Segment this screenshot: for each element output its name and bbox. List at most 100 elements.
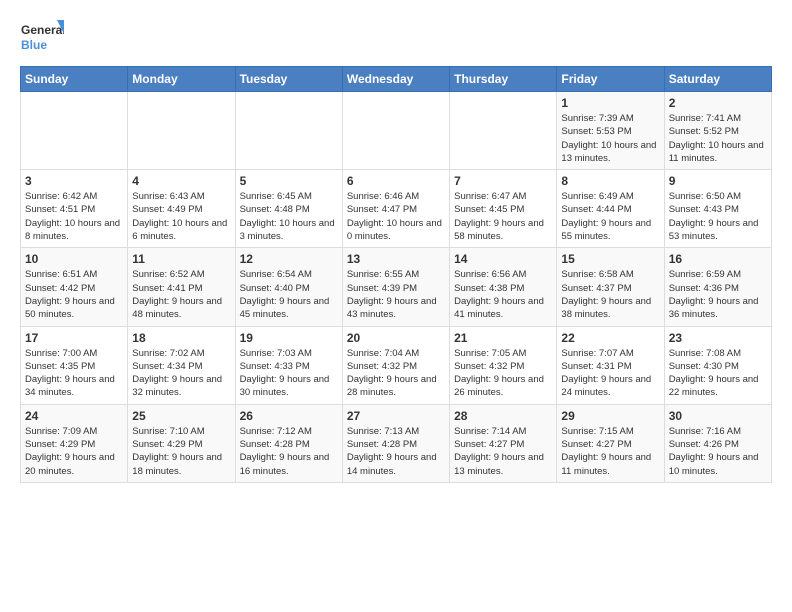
calendar-cell: 10 Sunrise: 6:51 AM Sunset: 4:42 PM Dayli…: [21, 248, 128, 326]
calendar-cell: 7Sunrise: 6:47 AM Sunset: 4:45 PM Daylig…: [450, 170, 557, 248]
day-info: Sunrise: 7:41 AM Sunset: 5:52 PM Dayligh…: [669, 112, 767, 165]
day-number: 11: [132, 252, 230, 266]
day-number: 26: [240, 409, 338, 423]
calendar-cell: 28 Sunrise: 7:14 AM Sunset: 4:27 PM Dayli…: [450, 404, 557, 482]
calendar-table: SundayMondayTuesdayWednesdayThursdayFrid…: [20, 66, 772, 483]
day-number: 3: [25, 174, 123, 188]
day-number: 1: [561, 96, 659, 110]
day-info: Sunrise: 6:50 AM Sunset: 4:43 PM Dayligh…: [669, 190, 767, 243]
calendar-cell: 24 Sunrise: 7:09 AM Sunset: 4:29 PM Dayli…: [21, 404, 128, 482]
weekday-header-row: SundayMondayTuesdayWednesdayThursdayFrid…: [21, 67, 772, 92]
day-number: 22: [561, 331, 659, 345]
day-number: 16: [669, 252, 767, 266]
day-number: 30: [669, 409, 767, 423]
day-info: Sunrise: 6:51 AM Sunset: 4:42 PM Dayligh…: [25, 268, 123, 321]
day-info: Sunrise: 7:10 AM Sunset: 4:29 PM Dayligh…: [132, 425, 230, 478]
day-info: Sunrise: 6:55 AM Sunset: 4:39 PM Dayligh…: [347, 268, 445, 321]
day-info: Sunrise: 7:00 AM Sunset: 4:35 PM Dayligh…: [25, 347, 123, 400]
weekday-header-thursday: Thursday: [450, 67, 557, 92]
calendar-cell: [128, 92, 235, 170]
day-number: 25: [132, 409, 230, 423]
day-info: Sunrise: 6:46 AM Sunset: 4:47 PM Dayligh…: [347, 190, 445, 243]
calendar-cell: 6 Sunrise: 6:46 AM Sunset: 4:47 PM Daylig…: [342, 170, 449, 248]
weekday-header-tuesday: Tuesday: [235, 67, 342, 92]
calendar-cell: 18 Sunrise: 7:02 AM Sunset: 4:34 PM Dayli…: [128, 326, 235, 404]
day-number: 15: [561, 252, 659, 266]
day-info: Sunrise: 7:02 AM Sunset: 4:34 PM Dayligh…: [132, 347, 230, 400]
svg-text:General: General: [21, 23, 64, 37]
svg-text:Blue: Blue: [21, 38, 47, 52]
day-info: Sunrise: 7:13 AM Sunset: 4:28 PM Dayligh…: [347, 425, 445, 478]
day-info: Sunrise: 7:14 AM Sunset: 4:27 PM Dayligh…: [454, 425, 552, 478]
weekday-header-friday: Friday: [557, 67, 664, 92]
calendar-cell: 15Sunrise: 6:58 AM Sunset: 4:37 PM Dayli…: [557, 248, 664, 326]
calendar-cell: 13 Sunrise: 6:55 AM Sunset: 4:39 PM Dayli…: [342, 248, 449, 326]
calendar-cell: 25 Sunrise: 7:10 AM Sunset: 4:29 PM Dayli…: [128, 404, 235, 482]
week-row-5: 24 Sunrise: 7:09 AM Sunset: 4:29 PM Dayli…: [21, 404, 772, 482]
calendar-cell: [450, 92, 557, 170]
week-row-3: 10 Sunrise: 6:51 AM Sunset: 4:42 PM Dayli…: [21, 248, 772, 326]
page-container: General Blue SundayMondayTuesdayWednesda…: [0, 0, 792, 493]
calendar-cell: 8Sunrise: 6:49 AM Sunset: 4:44 PM Daylig…: [557, 170, 664, 248]
day-info: Sunrise: 6:43 AM Sunset: 4:49 PM Dayligh…: [132, 190, 230, 243]
day-number: 20: [347, 331, 445, 345]
day-number: 10: [25, 252, 123, 266]
calendar-cell: [342, 92, 449, 170]
day-number: 9: [669, 174, 767, 188]
calendar-cell: 14 Sunrise: 6:56 AM Sunset: 4:38 PM Dayli…: [450, 248, 557, 326]
day-number: 14: [454, 252, 552, 266]
day-number: 24: [25, 409, 123, 423]
day-number: 29: [561, 409, 659, 423]
day-info: Sunrise: 7:12 AM Sunset: 4:28 PM Dayligh…: [240, 425, 338, 478]
day-info: Sunrise: 7:16 AM Sunset: 4:26 PM Dayligh…: [669, 425, 767, 478]
day-number: 4: [132, 174, 230, 188]
calendar-cell: 23 Sunrise: 7:08 AM Sunset: 4:30 PM Dayli…: [664, 326, 771, 404]
day-info: Sunrise: 6:56 AM Sunset: 4:38 PM Dayligh…: [454, 268, 552, 321]
day-number: 17: [25, 331, 123, 345]
week-row-2: 3 Sunrise: 6:42 AM Sunset: 4:51 PM Daylig…: [21, 170, 772, 248]
day-number: 18: [132, 331, 230, 345]
calendar-cell: 1 Sunrise: 7:39 AM Sunset: 5:53 PM Daylig…: [557, 92, 664, 170]
week-row-4: 17 Sunrise: 7:00 AM Sunset: 4:35 PM Dayli…: [21, 326, 772, 404]
day-number: 7: [454, 174, 552, 188]
calendar-cell: 27 Sunrise: 7:13 AM Sunset: 4:28 PM Dayli…: [342, 404, 449, 482]
day-info: Sunrise: 7:07 AM Sunset: 4:31 PM Dayligh…: [561, 347, 659, 400]
day-info: Sunrise: 6:45 AM Sunset: 4:48 PM Dayligh…: [240, 190, 338, 243]
calendar-cell: 9 Sunrise: 6:50 AM Sunset: 4:43 PM Daylig…: [664, 170, 771, 248]
day-info: Sunrise: 7:39 AM Sunset: 5:53 PM Dayligh…: [561, 112, 659, 165]
day-number: 27: [347, 409, 445, 423]
calendar-cell: 29 Sunrise: 7:15 AM Sunset: 4:27 PM Dayli…: [557, 404, 664, 482]
day-info: Sunrise: 6:52 AM Sunset: 4:41 PM Dayligh…: [132, 268, 230, 321]
day-number: 21: [454, 331, 552, 345]
calendar-cell: 3 Sunrise: 6:42 AM Sunset: 4:51 PM Daylig…: [21, 170, 128, 248]
weekday-header-monday: Monday: [128, 67, 235, 92]
calendar-cell: 19Sunrise: 7:03 AM Sunset: 4:33 PM Dayli…: [235, 326, 342, 404]
day-info: Sunrise: 7:04 AM Sunset: 4:32 PM Dayligh…: [347, 347, 445, 400]
calendar-cell: 21Sunrise: 7:05 AM Sunset: 4:32 PM Dayli…: [450, 326, 557, 404]
calendar-cell: 22 Sunrise: 7:07 AM Sunset: 4:31 PM Dayli…: [557, 326, 664, 404]
day-info: Sunrise: 7:09 AM Sunset: 4:29 PM Dayligh…: [25, 425, 123, 478]
calendar-cell: [21, 92, 128, 170]
calendar-cell: 17 Sunrise: 7:00 AM Sunset: 4:35 PM Dayli…: [21, 326, 128, 404]
day-number: 13: [347, 252, 445, 266]
header: General Blue: [20, 16, 772, 60]
calendar-cell: 30 Sunrise: 7:16 AM Sunset: 4:26 PM Dayli…: [664, 404, 771, 482]
logo: General Blue: [20, 16, 64, 60]
calendar-cell: 20 Sunrise: 7:04 AM Sunset: 4:32 PM Dayli…: [342, 326, 449, 404]
calendar-cell: [235, 92, 342, 170]
day-number: 23: [669, 331, 767, 345]
day-number: 28: [454, 409, 552, 423]
weekday-header-saturday: Saturday: [664, 67, 771, 92]
day-info: Sunrise: 7:08 AM Sunset: 4:30 PM Dayligh…: [669, 347, 767, 400]
calendar-cell: 4 Sunrise: 6:43 AM Sunset: 4:49 PM Daylig…: [128, 170, 235, 248]
calendar-cell: 5Sunrise: 6:45 AM Sunset: 4:48 PM Daylig…: [235, 170, 342, 248]
day-info: Sunrise: 6:49 AM Sunset: 4:44 PM Dayligh…: [561, 190, 659, 243]
calendar-cell: 2Sunrise: 7:41 AM Sunset: 5:52 PM Daylig…: [664, 92, 771, 170]
day-number: 6: [347, 174, 445, 188]
weekday-header-wednesday: Wednesday: [342, 67, 449, 92]
day-info: Sunrise: 7:03 AM Sunset: 4:33 PM Dayligh…: [240, 347, 338, 400]
day-info: Sunrise: 6:42 AM Sunset: 4:51 PM Dayligh…: [25, 190, 123, 243]
calendar-cell: 12Sunrise: 6:54 AM Sunset: 4:40 PM Dayli…: [235, 248, 342, 326]
day-info: Sunrise: 7:15 AM Sunset: 4:27 PM Dayligh…: [561, 425, 659, 478]
calendar-cell: 11 Sunrise: 6:52 AM Sunset: 4:41 PM Dayli…: [128, 248, 235, 326]
